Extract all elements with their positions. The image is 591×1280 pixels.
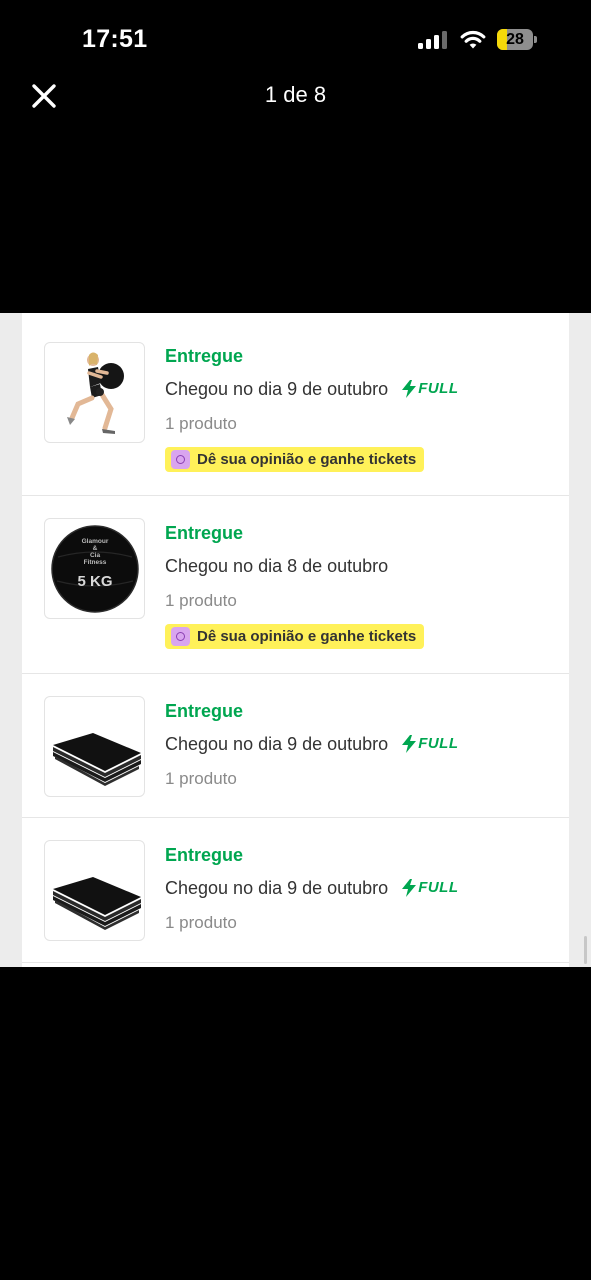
arrival-date: Chegou no dia 9 de outubro <box>165 379 389 399</box>
product-thumbnail <box>44 696 145 797</box>
product-count: 1 produto <box>165 913 237 932</box>
woman-medicine-ball-image <box>67 352 124 434</box>
arrival-row: Chegou no dia 9 de outubro FULL <box>165 378 459 400</box>
ball-weight-label: 5 KG <box>77 573 112 590</box>
arrival-row: Chegou no dia 8 de outubro <box>165 555 424 577</box>
review-label: Dê sua opinião e ganhe tickets <box>197 451 417 468</box>
order-status: Entregue <box>165 701 244 721</box>
ball-brand-line4: Fitness <box>84 559 107 566</box>
order-status: Entregue <box>165 523 244 543</box>
arrival-date: Chegou no dia 8 de outubro <box>165 556 389 576</box>
wifi-icon <box>460 30 486 49</box>
screenshot-panel: Entregue Chegou no dia 9 de outubro FULL… <box>0 313 591 967</box>
order-item[interactable]: Entregue Chegou no dia 9 de outubro FULL… <box>22 313 569 496</box>
review-button[interactable]: Dê sua opinião e ganhe tickets <box>165 447 425 472</box>
ticket-icon <box>171 627 190 646</box>
product-count: 1 produto <box>165 414 237 433</box>
product-count: 1 produto <box>165 591 237 610</box>
product-count: 1 produto <box>165 769 237 788</box>
orders-list: Entregue Chegou no dia 9 de outubro FULL… <box>22 313 569 967</box>
battery-percent: 28 <box>506 31 524 48</box>
product-thumbnail: Glamour & Cia Fitness 5 KG <box>44 518 145 619</box>
arrival-date: Chegou no dia 9 de outubro <box>165 878 389 898</box>
full-label: FULL <box>418 879 459 896</box>
lightning-icon <box>402 735 417 753</box>
scrollbar[interactable] <box>584 936 587 964</box>
medicine-ball-image: Glamour & Cia Fitness 5 KG <box>51 525 139 613</box>
product-thumbnail <box>44 342 145 443</box>
arrival-row: Chegou no dia 9 de outubro FULL <box>165 733 459 755</box>
ball-brand-line3: Cia <box>90 552 101 559</box>
black-mats-image <box>53 877 141 930</box>
full-badge: FULL <box>402 733 458 755</box>
image-counter: 1 de 8 <box>264 82 327 107</box>
ticket-icon <box>171 450 190 469</box>
order-status: Entregue <box>165 346 244 366</box>
ball-brand-line1: Glamour <box>82 538 109 545</box>
product-thumbnail <box>44 840 145 941</box>
lightning-icon <box>402 879 417 897</box>
order-item[interactable]: Glamour & Cia Fitness 5 KG Entregue Cheg… <box>22 496 569 674</box>
full-badge: FULL <box>402 378 458 400</box>
full-label: FULL <box>418 735 459 752</box>
battery-icon: 28 <box>497 29 537 50</box>
black-mats-image <box>53 733 141 786</box>
status-time: 17:51 <box>82 25 148 53</box>
review-label: Dê sua opinião e ganhe tickets <box>197 628 417 645</box>
review-button[interactable]: Dê sua opinião e ganhe tickets <box>165 624 425 649</box>
full-label: FULL <box>418 380 459 397</box>
ball-brand-line2: & <box>93 545 98 552</box>
arrival-row: Chegou no dia 9 de outubro FULL <box>165 877 459 899</box>
full-badge: FULL <box>402 877 458 899</box>
order-item[interactable]: Entregue Chegou no dia 9 de outubro FULL… <box>22 818 569 963</box>
lightning-icon <box>402 380 417 398</box>
arrival-date: Chegou no dia 9 de outubro <box>165 734 389 754</box>
status-bar: 17:51 28 <box>0 0 591 70</box>
cellular-signal-icon <box>418 31 450 49</box>
order-item[interactable]: Entregue Chegou no dia 9 de outubro FULL… <box>22 674 569 818</box>
order-status: Entregue <box>165 845 244 865</box>
